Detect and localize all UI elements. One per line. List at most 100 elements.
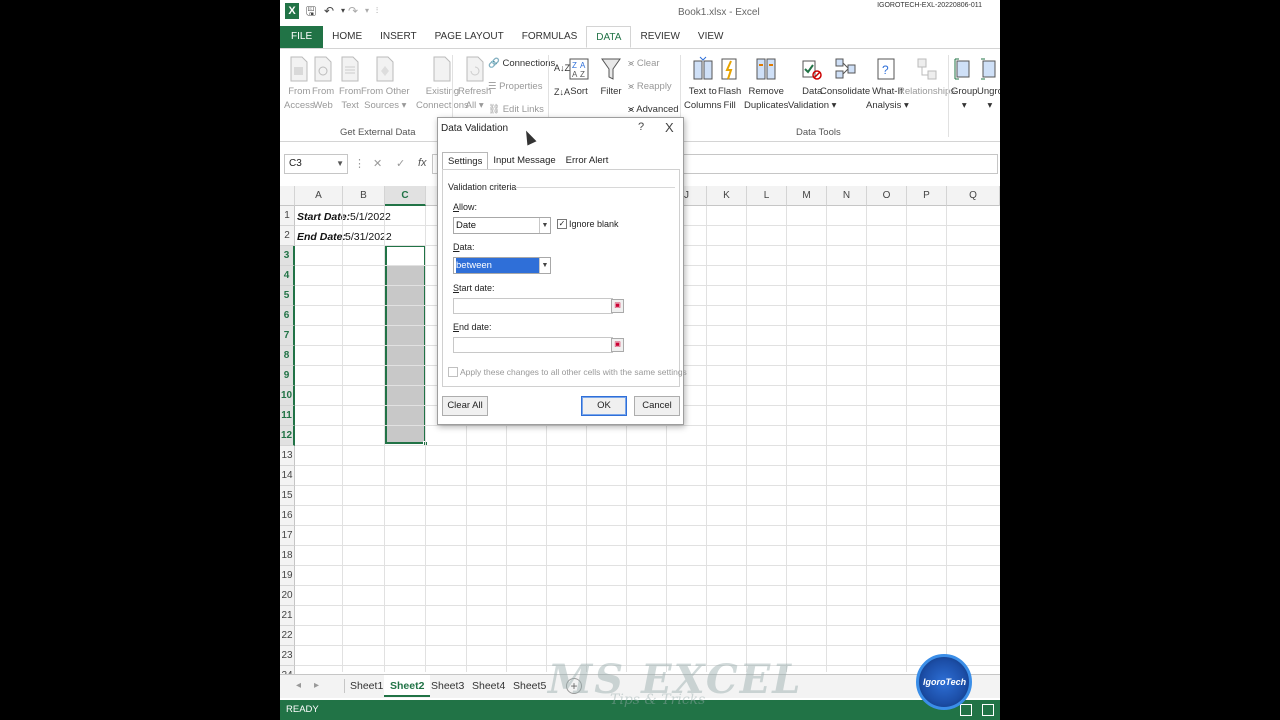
from-text-button[interactable]: From Text [339,55,361,113]
select-all-corner[interactable] [280,186,295,206]
tab-insert[interactable]: INSERT [371,26,426,48]
tab-view[interactable]: VIEW [689,26,733,48]
from-web-button[interactable]: From Web [312,55,334,113]
chevron-down-icon[interactable]: ▼ [539,258,550,273]
column-header[interactable]: A [295,186,343,206]
remove-duplicates-button[interactable]: Remove Duplicates [744,55,788,113]
ok-button[interactable]: OK [581,396,627,416]
help-icon[interactable]: ? [638,121,644,133]
sheet-tab-sheet3[interactable]: Sheet3 [425,675,470,697]
from-access-button[interactable]: From Access [284,55,315,113]
column-header[interactable]: O [867,186,907,206]
tab-page-layout[interactable]: PAGE LAYOUT [426,26,513,48]
tab-data[interactable]: DATA [586,26,632,48]
name-box[interactable]: C3 ▼ [284,154,348,174]
row-header[interactable]: 6 [280,306,295,326]
row-header[interactable]: 22 [280,626,295,646]
tab-settings[interactable]: Settings [442,152,489,170]
sheet-tab-sheet2[interactable]: Sheet2 [384,675,431,697]
start-date-input[interactable] [453,298,613,314]
page-layout-view-icon[interactable] [982,704,994,716]
confirm-entry-icon[interactable]: ✓ [396,157,405,170]
group-button[interactable]: Group ▾ [951,55,977,113]
chevron-down-icon[interactable]: ▼ [539,218,550,233]
ignore-blank-checkbox[interactable]: ✓ [557,219,567,229]
customize-toolbar-icon[interactable]: ⫶ [370,4,384,18]
tab-formulas[interactable]: FORMULAS [513,26,587,48]
column-header-selected[interactable]: C [385,186,426,206]
tab-file[interactable]: FILE [280,26,324,48]
edit-links-button[interactable]: ⛓ Edit Links [488,103,544,117]
close-icon[interactable]: X [665,120,674,135]
column-header[interactable]: P [907,186,947,206]
consolidate-button[interactable]: Consolidate [820,55,870,99]
range-picker-icon[interactable]: ▣ [611,299,624,313]
active-cell-c3[interactable] [387,247,424,266]
row-header[interactable]: 2 [280,226,295,246]
tab-review[interactable]: REVIEW [631,26,688,48]
sheet-tab-sheet1[interactable]: Sheet1 [344,675,389,697]
row-header[interactable]: 13 [280,446,295,466]
insert-function-icon[interactable]: fx [418,157,427,169]
sheet-tab-sheet5[interactable]: Sheet5 [507,675,552,697]
apply-all-checkbox[interactable] [448,367,458,377]
chevron-left-icon[interactable]: ◂ [296,680,301,691]
data-select[interactable]: between ▼ [453,257,551,274]
chevron-down-icon[interactable]: ▼ [336,155,344,173]
cancel-entry-icon[interactable]: ✕ [373,157,382,170]
row-header[interactable]: 14 [280,466,295,486]
end-date-input[interactable] [453,337,613,353]
advanced-filter-button[interactable]: ⪤ Advanced [628,103,679,117]
column-header[interactable]: Q [947,186,1000,206]
row-header[interactable]: 19 [280,566,295,586]
clear-all-button[interactable]: Clear All [442,396,488,416]
sheet-tab-sheet4[interactable]: Sheet4 [466,675,511,697]
flash-fill-button[interactable]: Flash Fill [718,55,741,113]
row-header[interactable]: 9 [280,366,295,386]
allow-select[interactable]: Date ▼ [453,217,551,234]
from-other-sources-button[interactable]: From Other Sources ▾ [361,55,410,113]
clear-filter-button[interactable]: ⪤ Clear [628,57,660,71]
cancel-button[interactable]: Cancel [634,396,680,416]
row-header[interactable]: 4 [280,266,295,286]
reapply-filter-button[interactable]: ⪤ Reapply [628,80,672,94]
text-to-columns-button[interactable]: Text to Columns [684,55,722,113]
row-header[interactable]: 1 [280,206,295,226]
row-header[interactable]: 12 [280,426,295,446]
row-header[interactable]: 8 [280,346,295,366]
column-header[interactable]: N [827,186,867,206]
properties-button[interactable]: ☰ Properties [488,80,542,94]
column-header[interactable]: B [343,186,385,206]
row-header[interactable]: 23 [280,646,295,666]
row-header[interactable]: 15 [280,486,295,506]
save-icon[interactable]: 🖫 [304,4,318,18]
tab-input-message[interactable]: Input Message [488,152,560,170]
tab-home[interactable]: HOME [323,26,371,48]
ungroup-button[interactable]: Ungro ▾ [977,55,1000,113]
row-header[interactable]: 11 [280,406,295,426]
tab-error-alert[interactable]: Error Alert [561,152,614,170]
row-header[interactable]: 16 [280,506,295,526]
normal-view-icon[interactable] [960,704,972,716]
column-header[interactable]: L [747,186,787,206]
connections-button[interactable]: 🔗 Connections [488,57,555,71]
cell-a2[interactable]: End Date: [295,227,346,247]
redo-icon[interactable]: ↷ [346,4,360,18]
relationships-button[interactable]: Relationships [898,55,955,99]
row-header[interactable]: 18 [280,546,295,566]
column-header[interactable]: K [707,186,747,206]
refresh-all-button[interactable]: Refresh All ▾ [458,55,491,113]
row-header[interactable]: 7 [280,326,295,346]
row-header[interactable]: 3 [280,246,295,266]
row-header[interactable]: 5 [280,286,295,306]
row-header[interactable]: 20 [280,586,295,606]
chevron-right-icon[interactable]: ▸ [314,680,319,691]
range-picker-icon[interactable]: ▣ [611,338,624,352]
row-header[interactable]: 10 [280,386,295,406]
row-header[interactable]: 21 [280,606,295,626]
undo-icon[interactable]: ↶ [322,4,336,18]
column-header[interactable]: M [787,186,827,206]
sort-button[interactable]: ZAAZ Sort [568,55,590,99]
row-header[interactable]: 17 [280,526,295,546]
filter-button[interactable]: Filter [600,55,622,99]
